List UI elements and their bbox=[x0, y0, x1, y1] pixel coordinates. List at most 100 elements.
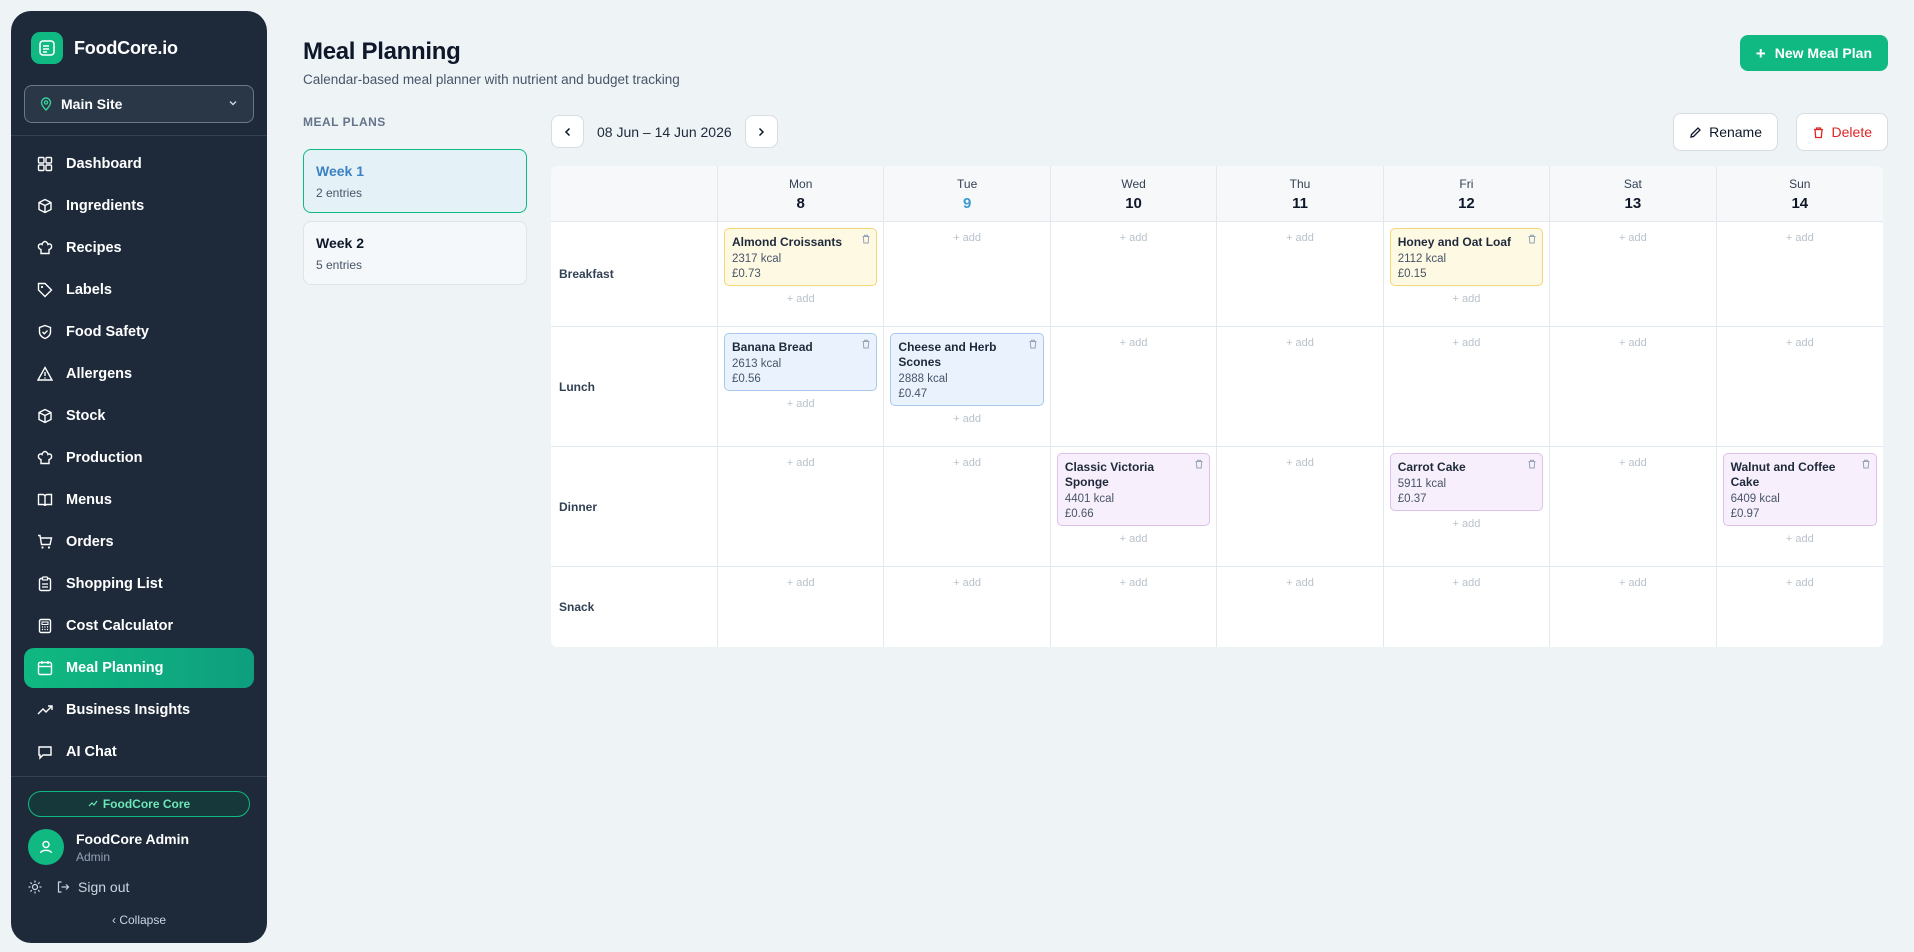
next-week-button[interactable] bbox=[744, 115, 778, 148]
sidebar-item-cost-calculator[interactable]: Cost Calculator bbox=[24, 606, 254, 646]
trash-icon[interactable] bbox=[1861, 459, 1871, 469]
meal-entry-card[interactable]: Carrot Cake 5911 kcal £0.37 bbox=[1389, 453, 1544, 511]
add-meal-button[interactable]: + add bbox=[724, 391, 877, 411]
user-profile[interactable]: FoodCore Admin Admin bbox=[28, 829, 250, 865]
calendar-slot: + add bbox=[1716, 327, 1883, 447]
calendar-slot: + add bbox=[1550, 327, 1717, 447]
add-meal-button[interactable]: + add bbox=[1556, 228, 1709, 248]
add-meal-button[interactable]: + add bbox=[724, 453, 877, 473]
trash-icon[interactable] bbox=[1527, 234, 1537, 244]
meal-entry-card[interactable]: Honey and Oat Loaf 2112 kcal £0.15 bbox=[1389, 228, 1544, 286]
trash-icon[interactable] bbox=[861, 234, 871, 244]
sidebar-item-orders[interactable]: Orders bbox=[24, 522, 254, 562]
add-meal-button[interactable]: + add bbox=[890, 406, 1043, 426]
week-range: 08 Jun – 14 Jun 2026 bbox=[597, 123, 732, 140]
add-meal-button[interactable]: + add bbox=[890, 453, 1043, 473]
add-meal-button[interactable]: + add bbox=[1223, 333, 1376, 353]
add-meal-button[interactable]: + add bbox=[1223, 453, 1376, 473]
add-meal-button[interactable]: + add bbox=[1057, 333, 1210, 353]
add-meal-button[interactable]: + add bbox=[1390, 333, 1543, 353]
add-meal-button[interactable]: + add bbox=[1057, 573, 1210, 593]
sign-out-button[interactable]: Sign out bbox=[56, 879, 129, 895]
sidebar-item-label: Menus bbox=[66, 492, 112, 508]
meal-entry-card[interactable]: Banana Bread 2613 kcal £0.56 bbox=[724, 333, 878, 391]
plan-badge[interactable]: FoodCore Core bbox=[28, 791, 250, 817]
delete-button[interactable]: Delete bbox=[1795, 113, 1888, 151]
add-meal-button[interactable]: + add bbox=[890, 228, 1043, 248]
add-meal-button[interactable]: + add bbox=[1057, 228, 1210, 248]
add-meal-button[interactable]: + add bbox=[1223, 228, 1376, 248]
add-meal-button[interactable]: + add bbox=[1057, 526, 1210, 546]
new-meal-plan-button[interactable]: + New Meal Plan bbox=[1739, 35, 1888, 71]
site-selector-label: Main Site bbox=[61, 96, 123, 112]
meal-entry-card[interactable]: Classic Victoria Sponge 4401 kcal £0.66 bbox=[1056, 453, 1211, 526]
trash-icon[interactable] bbox=[1527, 459, 1537, 469]
day-header: Tue 9 bbox=[884, 166, 1051, 222]
trash-icon[interactable] bbox=[1194, 459, 1204, 469]
add-meal-button[interactable]: + add bbox=[1223, 573, 1376, 593]
trash-icon[interactable] bbox=[1028, 339, 1038, 349]
sidebar-item-label: Production bbox=[66, 450, 143, 466]
sidebar-item-labels[interactable]: Labels bbox=[24, 270, 254, 310]
add-meal-button[interactable]: + add bbox=[1723, 573, 1877, 593]
calendar-slot: + add bbox=[1217, 447, 1384, 567]
add-meal-button[interactable]: + add bbox=[1390, 511, 1543, 531]
meal-entry-card[interactable]: Walnut and Coffee Cake 6409 kcal £0.97 bbox=[1722, 453, 1877, 526]
sidebar-item-production[interactable]: Production bbox=[24, 438, 254, 478]
sidebar-item-ingredients[interactable]: Ingredients bbox=[24, 186, 254, 226]
meal-entry-card[interactable]: Almond Croissants 2317 kcal £0.73 bbox=[724, 228, 878, 286]
meal-entry-card[interactable]: Cheese and Herb Scones 2888 kcal £0.47 bbox=[890, 333, 1044, 406]
chef-hat-icon bbox=[36, 239, 54, 257]
sidebar-item-dashboard[interactable]: Dashboard bbox=[24, 144, 254, 184]
collapse-button[interactable]: ‹ Collapse bbox=[28, 913, 250, 927]
meal-plan-card[interactable]: Week 1 2 entries bbox=[303, 149, 527, 213]
plan-badge-label: FoodCore Core bbox=[102, 797, 191, 811]
user-name: FoodCore Admin bbox=[76, 830, 190, 847]
site-selector[interactable]: Main Site bbox=[24, 85, 254, 123]
add-meal-button[interactable]: + add bbox=[1556, 333, 1709, 353]
add-meal-button[interactable]: + add bbox=[724, 286, 877, 306]
meal-name: Almond Croissants bbox=[732, 235, 843, 249]
add-meal-button[interactable]: + add bbox=[1723, 228, 1877, 248]
meal-cost: £0.47 bbox=[898, 388, 928, 400]
sidebar-item-food-safety[interactable]: Food Safety bbox=[24, 312, 254, 352]
add-meal-button[interactable]: + add bbox=[890, 573, 1043, 593]
sign-out-label: Sign out bbox=[78, 879, 130, 895]
sidebar-item-allergens[interactable]: Allergens bbox=[24, 354, 254, 394]
calendar-slot: + add bbox=[718, 567, 885, 647]
sidebar-item-meal-planning[interactable]: Meal Planning bbox=[24, 648, 254, 688]
calendar-slot: + add bbox=[1550, 567, 1717, 647]
sun-icon[interactable] bbox=[28, 880, 42, 894]
sidebar-item-stock[interactable]: Stock bbox=[24, 396, 254, 436]
add-meal-button[interactable]: + add bbox=[1723, 526, 1877, 546]
rename-button[interactable]: Rename bbox=[1673, 113, 1778, 151]
sidebar-item-menus[interactable]: Menus bbox=[24, 480, 254, 520]
sidebar-item-recipes[interactable]: Recipes bbox=[24, 228, 254, 268]
day-number: 10 bbox=[1125, 195, 1142, 212]
trash-icon[interactable] bbox=[861, 339, 871, 349]
add-meal-button[interactable]: + add bbox=[1556, 573, 1709, 593]
meal-plan-card[interactable]: Week 2 5 entries bbox=[303, 221, 527, 285]
meal-kcal: 6409 kcal bbox=[1730, 493, 1780, 505]
trend-icon bbox=[88, 799, 98, 809]
sidebar-item-label: Recipes bbox=[66, 240, 122, 256]
add-meal-button[interactable]: + add bbox=[1723, 333, 1877, 353]
sidebar-item-ai-chat[interactable]: AI Chat bbox=[24, 732, 254, 772]
day-name: Sun bbox=[1789, 177, 1811, 191]
previous-week-button[interactable] bbox=[551, 115, 584, 148]
add-meal-button[interactable]: + add bbox=[1390, 573, 1543, 593]
meal-cost: £0.97 bbox=[1730, 508, 1760, 520]
chevron-left-icon bbox=[564, 127, 570, 136]
day-name: Thu bbox=[1289, 177, 1311, 191]
add-meal-button[interactable]: + add bbox=[1390, 286, 1543, 306]
meal-calendar: Mon 8 Tue 9 Wed 10 Thu 11 Fri 12 Sat 13 Sun 14 Breakfa… bbox=[551, 166, 1883, 647]
sidebar-item-shopping-list[interactable]: Shopping List bbox=[24, 564, 254, 604]
add-meal-button[interactable]: + add bbox=[1556, 453, 1709, 473]
calendar-slot: + add bbox=[1716, 222, 1883, 327]
sidebar-item-business-insights[interactable]: Business Insights bbox=[24, 690, 254, 730]
trash-icon bbox=[1813, 126, 1823, 138]
calendar-slot: + add bbox=[1384, 567, 1551, 647]
add-meal-button[interactable]: + add bbox=[724, 573, 877, 593]
sidebar-item-label: Meal Planning bbox=[66, 660, 164, 676]
brand[interactable]: FoodCore.io bbox=[11, 11, 267, 85]
